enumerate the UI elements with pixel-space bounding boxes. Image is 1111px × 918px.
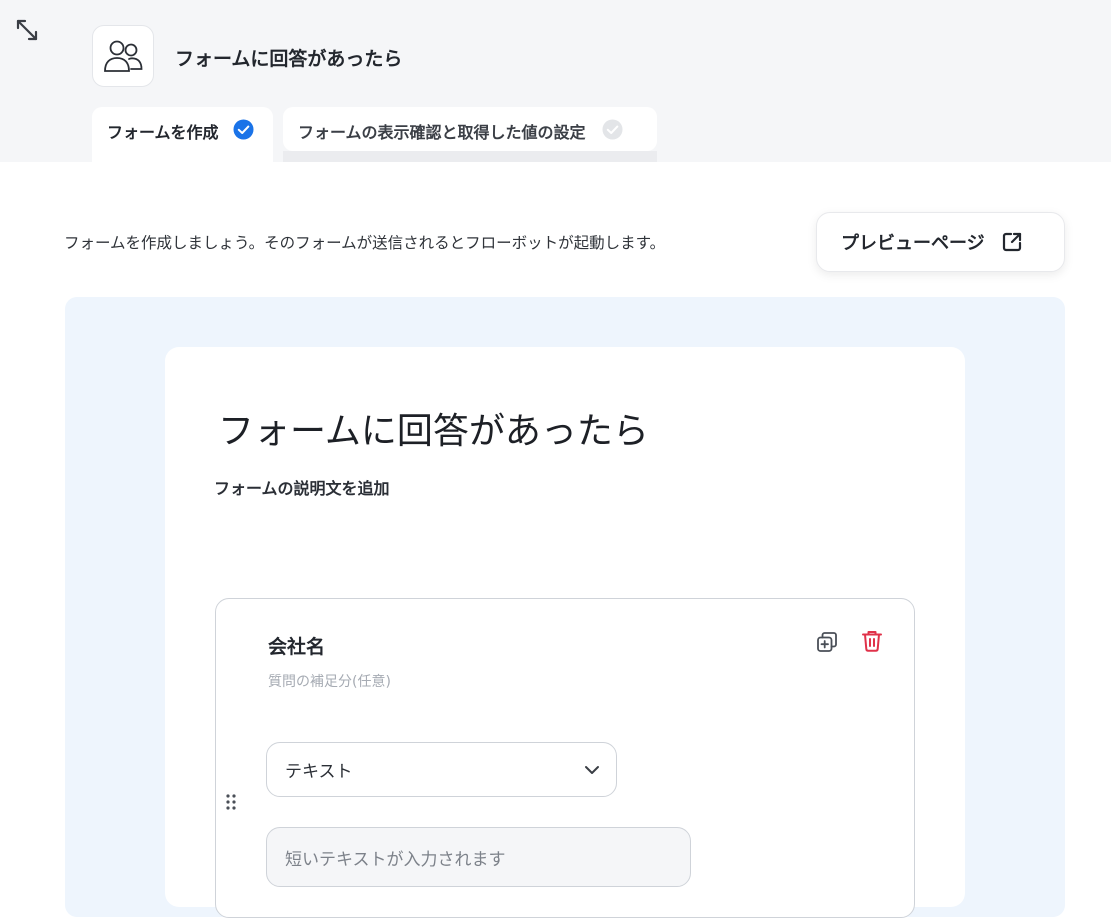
duplicate-icon[interactable]: [814, 629, 840, 655]
question-label[interactable]: 会社名: [268, 632, 325, 659]
preview-button-label: プレビューページ: [841, 233, 985, 254]
app-icon: [92, 25, 154, 87]
answer-preview-input: 短いテキストが入力されます: [266, 827, 691, 887]
tab-divider: [283, 151, 657, 162]
check-circle-icon: [233, 119, 254, 140]
page-title: フォームに回答があったら: [175, 48, 403, 70]
question-type-value: テキスト: [285, 762, 353, 782]
tab-create-form[interactable]: フォームを作成: [92, 107, 273, 162]
question-type-select[interactable]: テキスト: [266, 742, 617, 797]
users-icon: [104, 40, 143, 72]
answer-placeholder: 短いテキストが入力されます: [285, 849, 506, 870]
expand-arrows-icon[interactable]: [14, 17, 40, 43]
intro-text: フォームを作成しましょう。そのフォームが送信されるとフローボットが起動します。: [64, 234, 666, 252]
check-circle-icon: [602, 119, 623, 140]
drag-handle-icon[interactable]: [224, 792, 238, 812]
form-description-field[interactable]: フォームの説明文を追加: [214, 475, 390, 499]
form-title[interactable]: フォームに回答があったら: [218, 402, 649, 454]
chevron-down-icon: [585, 766, 599, 774]
tab-label: フォームを作成: [107, 123, 219, 142]
trash-icon[interactable]: [859, 628, 885, 654]
tab-display-check[interactable]: フォームの表示確認と取得した値の設定: [283, 107, 657, 151]
question-help-field[interactable]: 質問の補足分(任意): [268, 671, 391, 691]
preview-page-button[interactable]: プレビューページ: [816, 212, 1065, 272]
external-link-icon: [1002, 232, 1021, 252]
tab-label: フォームの表示確認と取得した値の設定: [298, 123, 586, 142]
